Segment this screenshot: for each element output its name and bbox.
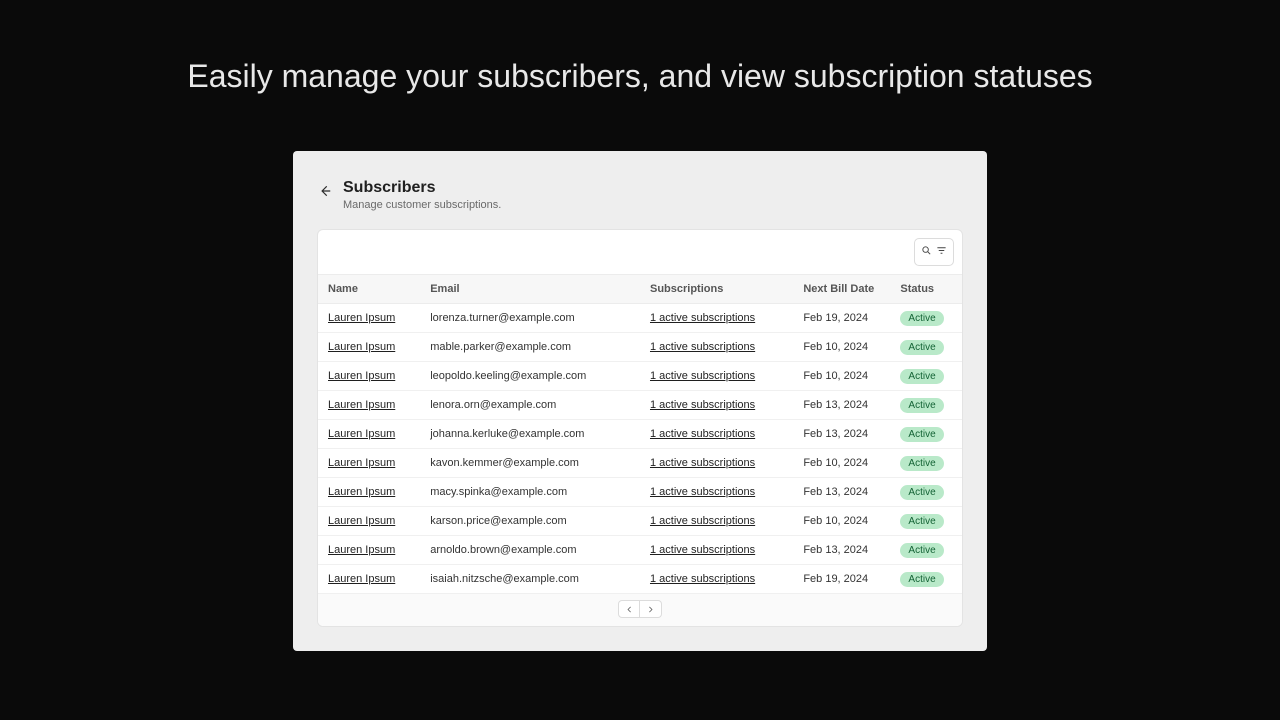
table-row: Lauren Ipsum karson.price@example.com 1 ac… — [318, 507, 962, 536]
table-row: Lauren Ipsum lenora.orn@example.com 1 acti… — [318, 391, 962, 420]
page-header: Subscribers Manage customer subscription… — [317, 179, 963, 211]
subscriptions-link[interactable]: 1 active subscriptions — [650, 573, 755, 585]
subscriptions-link[interactable]: 1 active subscriptions — [650, 428, 755, 440]
next-bill-date: Feb 10, 2024 — [793, 449, 890, 478]
col-header-email[interactable]: Email — [420, 275, 640, 304]
subscriber-email: macy.spinka@example.com — [420, 478, 640, 507]
subscriber-email: arnoldo.brown@example.com — [420, 536, 640, 565]
subscriptions-link[interactable]: 1 active subscriptions — [650, 370, 755, 382]
subscribers-table: Name Email Subscriptions Next Bill Date … — [318, 274, 962, 594]
subscriptions-link[interactable]: 1 active subscriptions — [650, 515, 755, 527]
hero-headline: Easily manage your subscribers, and view… — [0, 0, 1280, 95]
next-page-button[interactable] — [640, 600, 662, 618]
subscriber-name-link[interactable]: Lauren Ipsum — [328, 573, 395, 585]
next-bill-date: Feb 10, 2024 — [793, 507, 890, 536]
subscriber-email: johanna.kerluke@example.com — [420, 420, 640, 449]
next-bill-date: Feb 10, 2024 — [793, 333, 890, 362]
col-header-name[interactable]: Name — [318, 275, 420, 304]
card-toolbar — [318, 230, 962, 274]
subscriber-name-link[interactable]: Lauren Ipsum — [328, 428, 395, 440]
subscriptions-link[interactable]: 1 active subscriptions — [650, 544, 755, 556]
status-badge: Active — [900, 485, 943, 500]
page-subtitle: Manage customer subscriptions. — [343, 199, 501, 211]
filter-icon — [936, 243, 947, 261]
table-row: Lauren Ipsum macy.spinka@example.com 1 act… — [318, 478, 962, 507]
next-bill-date: Feb 13, 2024 — [793, 391, 890, 420]
table-row: Lauren Ipsum johanna.kerluke@example.com 1… — [318, 420, 962, 449]
search-filter-button[interactable] — [914, 238, 954, 266]
subscriptions-link[interactable]: 1 active subscriptions — [650, 399, 755, 411]
subscriber-name-link[interactable]: Lauren Ipsum — [328, 486, 395, 498]
subscriber-email: kavon.kemmer@example.com — [420, 449, 640, 478]
subscriber-name-link[interactable]: Lauren Ipsum — [328, 399, 395, 411]
status-badge: Active — [900, 311, 943, 326]
subscriptions-link[interactable]: 1 active subscriptions — [650, 457, 755, 469]
pagination — [318, 594, 962, 626]
table-row: Lauren Ipsum mable.parker@example.com 1 ac… — [318, 333, 962, 362]
subscriber-name-link[interactable]: Lauren Ipsum — [328, 312, 395, 324]
subscriber-name-link[interactable]: Lauren Ipsum — [328, 515, 395, 527]
next-bill-date: Feb 19, 2024 — [793, 304, 890, 333]
subscriber-email: lenora.orn@example.com — [420, 391, 640, 420]
app-panel: Subscribers Manage customer subscription… — [293, 151, 987, 651]
subscriber-name-link[interactable]: Lauren Ipsum — [328, 370, 395, 382]
subscriber-email: leopoldo.keeling@example.com — [420, 362, 640, 391]
chevron-right-icon — [646, 602, 655, 617]
subscriptions-link[interactable]: 1 active subscriptions — [650, 486, 755, 498]
col-header-subs[interactable]: Subscriptions — [640, 275, 793, 304]
next-bill-date: Feb 13, 2024 — [793, 420, 890, 449]
chevron-left-icon — [625, 602, 634, 617]
status-badge: Active — [900, 398, 943, 413]
table-row: Lauren Ipsum kavon.kemmer@example.com 1 ac… — [318, 449, 962, 478]
status-badge: Active — [900, 369, 943, 384]
next-bill-date: Feb 10, 2024 — [793, 362, 890, 391]
status-badge: Active — [900, 543, 943, 558]
status-badge: Active — [900, 514, 943, 529]
back-arrow-icon[interactable] — [317, 183, 333, 199]
subscriber-email: karson.price@example.com — [420, 507, 640, 536]
status-badge: Active — [900, 572, 943, 587]
subscribers-card: Name Email Subscriptions Next Bill Date … — [317, 229, 963, 627]
table-row: Lauren Ipsum lorenza.turner@example.com 1 … — [318, 304, 962, 333]
subscriber-email: lorenza.turner@example.com — [420, 304, 640, 333]
col-header-status[interactable]: Status — [890, 275, 962, 304]
next-bill-date: Feb 13, 2024 — [793, 536, 890, 565]
status-badge: Active — [900, 340, 943, 355]
subscriber-name-link[interactable]: Lauren Ipsum — [328, 341, 395, 353]
next-bill-date: Feb 19, 2024 — [793, 565, 890, 594]
status-badge: Active — [900, 456, 943, 471]
status-badge: Active — [900, 427, 943, 442]
prev-page-button[interactable] — [618, 600, 640, 618]
col-header-date[interactable]: Next Bill Date — [793, 275, 890, 304]
subscriptions-link[interactable]: 1 active subscriptions — [650, 341, 755, 353]
next-bill-date: Feb 13, 2024 — [793, 478, 890, 507]
table-row: Lauren Ipsum arnoldo.brown@example.com 1 a… — [318, 536, 962, 565]
subscriptions-link[interactable]: 1 active subscriptions — [650, 312, 755, 324]
page-title: Subscribers — [343, 179, 501, 197]
subscriber-email: isaiah.nitzsche@example.com — [420, 565, 640, 594]
table-row: Lauren Ipsum isaiah.nitzsche@example.com 1… — [318, 565, 962, 594]
subscriber-name-link[interactable]: Lauren Ipsum — [328, 544, 395, 556]
subscriber-email: mable.parker@example.com — [420, 333, 640, 362]
search-icon — [921, 243, 932, 261]
table-row: Lauren Ipsum leopoldo.keeling@example.com… — [318, 362, 962, 391]
subscriber-name-link[interactable]: Lauren Ipsum — [328, 457, 395, 469]
